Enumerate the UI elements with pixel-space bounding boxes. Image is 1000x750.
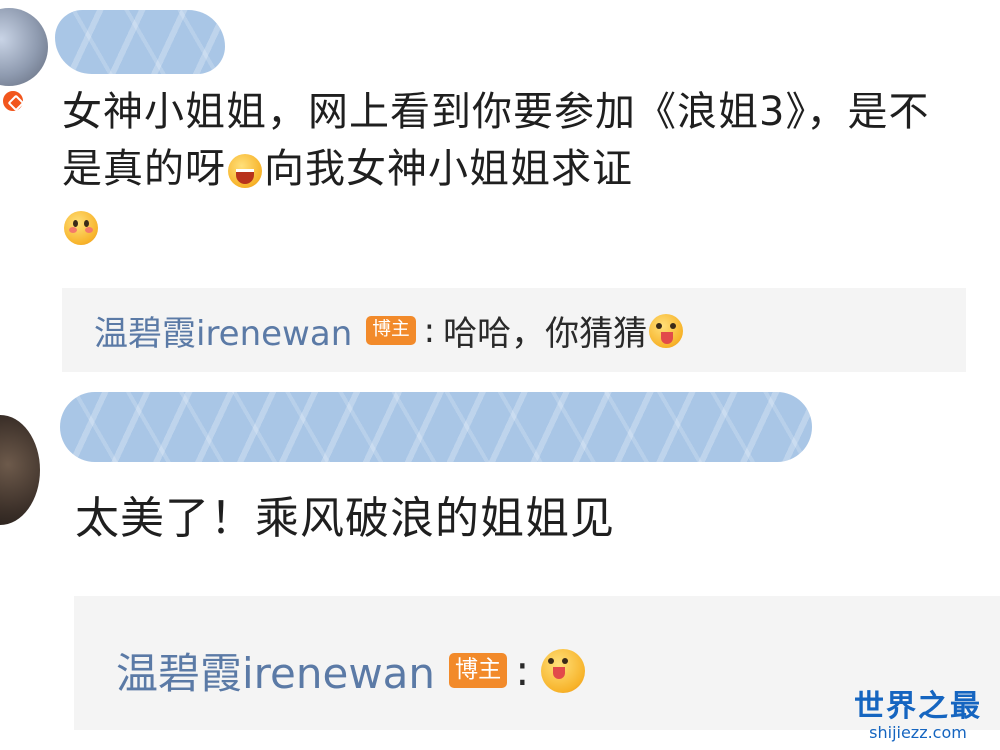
watermark-url: shijiezz.com (869, 723, 967, 742)
verified-badge-icon (0, 88, 26, 114)
censored-username (60, 392, 812, 462)
shy-emoji-icon (64, 211, 98, 245)
censored-username (55, 10, 225, 74)
reply-text: 哈哈，你猜猜 (443, 314, 648, 354)
tongue-emoji-icon (541, 648, 586, 693)
reply-separator: : (515, 646, 530, 695)
reply-author-link[interactable]: 温碧霞irenewan (116, 640, 435, 701)
comment-text: 太美了！乘风破浪的姐姐见 (75, 493, 615, 544)
watermark-title: 世界之最 (854, 689, 982, 724)
user-avatar[interactable] (0, 8, 48, 86)
reply-box[interactable]: 温碧霞irenewan 博主 : 哈哈，你猜猜 (62, 288, 966, 372)
user-avatar[interactable] (0, 415, 40, 525)
reply-author-link[interactable]: 温碧霞irenewan (94, 306, 352, 355)
site-watermark: 世界之最 shijiezz.com (854, 690, 982, 742)
owner-badge: 博主 (449, 653, 508, 688)
tongue-emoji-icon (649, 313, 684, 348)
reply-line: 温碧霞irenewan 博主 : 哈哈，你猜猜 (94, 306, 685, 355)
comment-text: 女神小姐姐，网上看到你要参加《浪姐3》，是不是真的呀 向我女神小姐姐求证 (62, 84, 962, 255)
grin-emoji-icon (228, 154, 262, 188)
owner-badge: 博主 (366, 316, 416, 345)
reply-separator: : (423, 310, 436, 351)
comment-text-part2: 向我女神小姐姐求证 (264, 146, 633, 192)
reply-line: 温碧霞irenewan 博主 : (116, 640, 587, 701)
